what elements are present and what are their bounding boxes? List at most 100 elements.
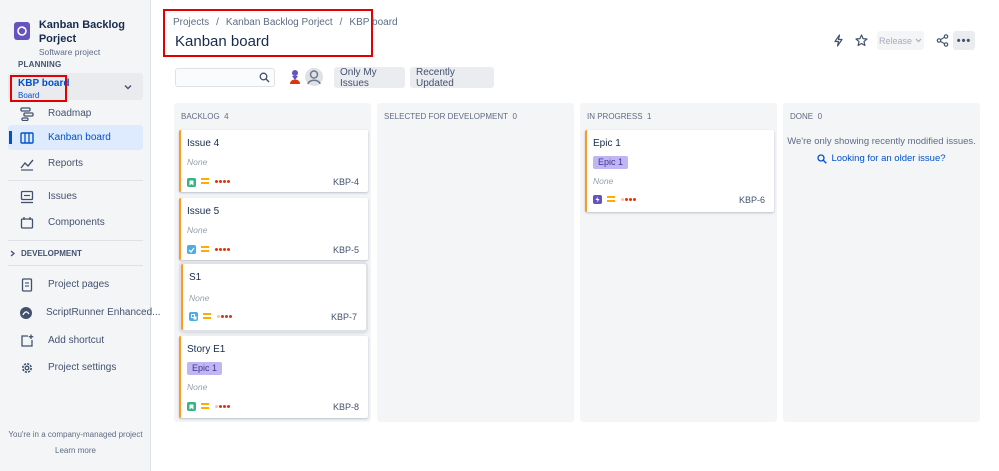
development-section-toggle[interactable]: DEVELOPMENT bbox=[9, 249, 82, 258]
recently-updated-filter[interactable]: Recently Updated bbox=[410, 67, 494, 89]
project-name: Kanban Backlog Porject bbox=[38, 19, 125, 45]
divider bbox=[8, 180, 143, 181]
breadcrumb: Projects / Kanban Backlog Porject / KBP … bbox=[173, 17, 398, 28]
search-icon bbox=[817, 153, 828, 164]
issue-key[interactable]: KBP-6 bbox=[739, 195, 765, 205]
project-header[interactable]: Kanban Backlog Porject Software project bbox=[14, 18, 150, 58]
divider bbox=[8, 265, 143, 266]
chevron-down-icon[interactable] bbox=[124, 83, 132, 91]
only-my-issues-filter[interactable]: Only My Issues bbox=[334, 67, 405, 89]
issue-card[interactable]: Story E1 Epic 1 None KBP-8 bbox=[179, 336, 368, 418]
issue-key[interactable]: KBP-8 bbox=[333, 402, 359, 412]
board-icon bbox=[19, 130, 35, 146]
chevron-down-icon bbox=[915, 38, 922, 43]
issue-key[interactable]: KBP-7 bbox=[331, 312, 357, 322]
card-title: Issue 5 bbox=[187, 206, 220, 217]
planning-section-label: PLANNING bbox=[18, 60, 62, 69]
breadcrumb-board[interactable]: KBP board bbox=[349, 17, 397, 28]
issue-card[interactable]: S1 None KBP-7 bbox=[181, 264, 366, 330]
card-field-none: None bbox=[593, 176, 614, 186]
gear-icon bbox=[19, 360, 35, 376]
older-issue-link-label: Looking for an older issue? bbox=[831, 153, 946, 164]
board-selector-label[interactable]: KBP board bbox=[18, 78, 70, 89]
column-done: DONE 0 We're only showing recently modif… bbox=[783, 103, 980, 422]
sidebar-item-label: Reports bbox=[48, 158, 84, 169]
add-shortcut-icon bbox=[19, 333, 35, 349]
sidebar-item-label: Kanban board bbox=[48, 132, 111, 143]
issue-card[interactable]: Issue 4 None KBP-4 bbox=[179, 130, 368, 192]
story-icon bbox=[187, 402, 196, 411]
priority-medium-icon bbox=[607, 196, 615, 202]
recent-issues-message: We're only showing recently modified iss… bbox=[787, 136, 976, 147]
project-type: Software project bbox=[38, 47, 101, 57]
card-title: S1 bbox=[189, 272, 202, 283]
development-section-label: DEVELOPMENT bbox=[21, 249, 82, 258]
priority-medium-icon bbox=[201, 178, 209, 184]
search-input[interactable] bbox=[176, 69, 256, 86]
column-title: DONE 0 bbox=[790, 112, 823, 121]
column-selected-for-development: SELECTED FOR DEVELOPMENT 0 bbox=[377, 103, 574, 422]
active-indicator bbox=[9, 131, 12, 144]
priority-medium-icon bbox=[201, 403, 209, 409]
issue-card[interactable]: Epic 1 Epic 1 None KBP-6 bbox=[585, 130, 774, 212]
sidebar-item-project-settings[interactable]: Project settings bbox=[8, 355, 143, 380]
page-title: Kanban board bbox=[175, 33, 270, 50]
sidebar-item-roadmap[interactable]: Roadmap bbox=[8, 101, 143, 126]
company-managed-note: You're in a company-managed project bbox=[8, 430, 143, 439]
priority-medium-icon bbox=[201, 246, 209, 252]
breadcrumb-projects[interactable]: Projects bbox=[173, 17, 209, 28]
board-selector-sub: Board bbox=[18, 91, 40, 100]
older-issue-link[interactable]: Looking for an older issue? bbox=[783, 153, 980, 164]
lightning-icon[interactable] bbox=[829, 31, 847, 49]
column-in-progress: IN PROGRESS 1 Epic 1 Epic 1 None KBP-6 bbox=[580, 103, 777, 422]
estimate-dots-icon bbox=[215, 180, 230, 183]
breadcrumb-project[interactable]: Kanban Backlog Porject bbox=[226, 17, 333, 28]
issue-key[interactable]: KBP-5 bbox=[333, 245, 359, 255]
issue-card[interactable]: Issue 5 None KBP-5 bbox=[179, 198, 368, 260]
sidebar-item-kanban-board[interactable]: Kanban board bbox=[8, 125, 143, 150]
sidebar-item-project-pages[interactable]: Project pages bbox=[8, 272, 143, 297]
column-title: SELECTED FOR DEVELOPMENT 0 bbox=[384, 112, 517, 121]
card-field-none: None bbox=[187, 225, 208, 235]
component-icon bbox=[19, 215, 35, 231]
sidebar-item-reports[interactable]: Reports bbox=[8, 151, 143, 176]
release-label: Release bbox=[878, 35, 913, 46]
column-title: BACKLOG 4 bbox=[181, 112, 229, 121]
card-title: Story E1 bbox=[187, 344, 226, 355]
sidebar-item-scriptrunner[interactable]: ScriptRunner Enhanced... bbox=[8, 300, 161, 325]
header-actions bbox=[829, 31, 870, 49]
story-icon bbox=[187, 178, 196, 187]
roadmap-icon bbox=[19, 106, 35, 122]
board-search[interactable] bbox=[175, 68, 275, 87]
sidebar-item-add-shortcut[interactable]: Add shortcut bbox=[8, 328, 143, 353]
sidebar-item-label: ScriptRunner Enhanced... bbox=[46, 307, 161, 318]
learn-more-link[interactable]: Learn more bbox=[0, 446, 151, 455]
task-icon bbox=[187, 245, 196, 254]
issue-key[interactable]: KBP-4 bbox=[333, 177, 359, 187]
star-icon[interactable] bbox=[852, 31, 870, 49]
sidebar-item-label: Project pages bbox=[48, 279, 110, 290]
sidebar-item-label: Roadmap bbox=[48, 108, 92, 119]
epic-label[interactable]: Epic 1 bbox=[593, 156, 629, 169]
avatar-user-2[interactable] bbox=[304, 67, 324, 87]
sidebar-item-label: Components bbox=[48, 217, 105, 228]
sidebar-item-components[interactable]: Components bbox=[8, 210, 143, 235]
sidebar-item-label: Project settings bbox=[48, 362, 117, 373]
epic-label[interactable]: Epic 1 bbox=[187, 362, 223, 375]
release-button[interactable]: Release bbox=[877, 31, 924, 50]
avatar-user-1[interactable] bbox=[285, 67, 305, 87]
epic-icon bbox=[593, 195, 602, 204]
more-actions-button[interactable]: ••• bbox=[953, 31, 975, 50]
card-title: Issue 4 bbox=[187, 138, 220, 149]
inbox-icon bbox=[19, 189, 35, 205]
sidebar: Kanban Backlog Porject Software project … bbox=[0, 0, 161, 471]
search-icon bbox=[259, 72, 270, 83]
sidebar-item-label: Add shortcut bbox=[48, 335, 105, 346]
column-backlog: BACKLOG 4 Issue 4 None KBP-4 Issue 5 Non… bbox=[174, 103, 371, 422]
sidebar-item-issues[interactable]: Issues bbox=[8, 184, 143, 209]
column-title: IN PROGRESS 1 bbox=[587, 112, 652, 121]
sidebar-item-label: Issues bbox=[48, 191, 77, 202]
estimate-dots-icon bbox=[621, 198, 636, 201]
share-icon[interactable] bbox=[933, 31, 951, 49]
card-field-none: None bbox=[189, 293, 210, 303]
